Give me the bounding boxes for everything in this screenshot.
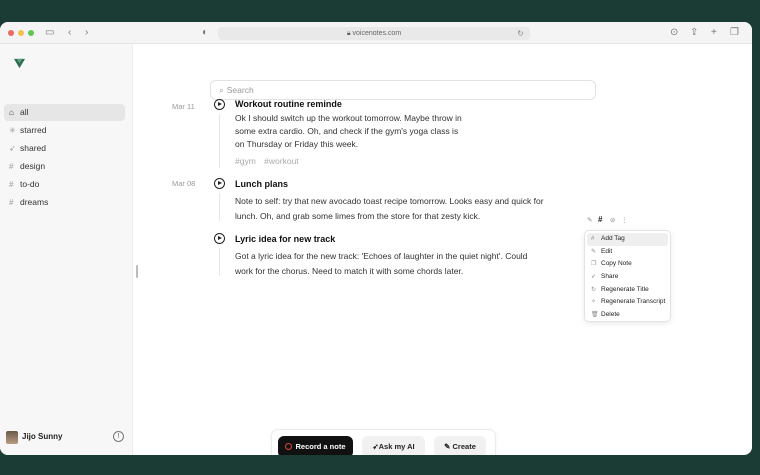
- note-divider: [219, 114, 220, 168]
- note-context-menu: # Add Tag ✎ Edit ❐ Copy Note ➶ Share ↻ Regene…: [584, 230, 671, 322]
- minimize-window-button[interactable]: [18, 30, 24, 36]
- play-icon[interactable]: [214, 99, 225, 110]
- hash-icon: #: [9, 198, 14, 207]
- share-icon[interactable]: ⇪: [690, 26, 698, 40]
- menu-item-share[interactable]: ➶ Share: [587, 271, 668, 284]
- voicenotes-logo-icon[interactable]: [14, 58, 25, 69]
- sidebar-toggle-icon[interactable]: ▭: [45, 26, 54, 40]
- note-title[interactable]: Lyric idea for new track: [235, 234, 335, 244]
- menu-item-add-tag[interactable]: # Add Tag: [587, 233, 668, 246]
- search-icon: ⌕: [219, 85, 224, 95]
- zoom-window-button[interactable]: [28, 30, 34, 36]
- note-divider: [219, 193, 220, 221]
- pencil-icon[interactable]: ✎: [587, 216, 592, 224]
- hash-icon: #: [9, 162, 14, 171]
- download-icon[interactable]: ⊙: [670, 26, 678, 40]
- back-icon[interactable]: ‹: [68, 26, 71, 40]
- url-text: voicenotes.com: [352, 30, 402, 37]
- edit-icon: ✎: [444, 442, 451, 451]
- sidebar-item-starred[interactable]: ✳ starred: [4, 122, 125, 139]
- address-bar[interactable]: 🔒︎ voicenotes.com ↻: [218, 27, 530, 40]
- play-icon[interactable]: [214, 233, 225, 244]
- create-button[interactable]: ✎ Create: [434, 436, 486, 455]
- copy-icon: ❐: [591, 261, 597, 268]
- menu-item-regenerate-transcript[interactable]: ✧ Regenerate Transcript: [587, 296, 668, 309]
- tag-gym[interactable]: #gym: [235, 156, 256, 166]
- new-tab-icon[interactable]: +: [711, 26, 717, 40]
- avatar[interactable]: [6, 431, 18, 444]
- menu-item-copy-note[interactable]: ❐ Copy Note: [587, 258, 668, 271]
- close-window-button[interactable]: [8, 30, 14, 36]
- refresh-icon: ↻: [591, 286, 597, 293]
- sidebar-resize-handle[interactable]: [136, 265, 138, 278]
- sidebar-item-all[interactable]: ⌂ all: [4, 104, 125, 121]
- home-icon: ⌂: [9, 108, 14, 117]
- sparkle-icon: ✧: [591, 299, 597, 306]
- sidebar-nav: ⌂ all ✳ starred ➶ shared # design # to-do # dr…: [4, 104, 125, 212]
- note-body[interactable]: Ok I should switch up the workout tomorr…: [235, 112, 462, 151]
- note-title[interactable]: Lunch plans: [235, 179, 288, 189]
- record-note-button[interactable]: Record a note: [278, 436, 353, 455]
- hash-icon: #: [9, 180, 14, 189]
- info-icon[interactable]: !: [113, 431, 124, 442]
- sidebar-item-shared[interactable]: ➶ shared: [4, 140, 125, 157]
- note-tags: #gym #workout: [235, 156, 305, 166]
- sidebar-item-to-do[interactable]: # to-do: [4, 176, 125, 193]
- tab-overview-icon[interactable]: ❐: [730, 26, 739, 40]
- note-date: Mar 08: [172, 179, 196, 188]
- lock-icon: 🔒︎: [346, 30, 351, 37]
- record-icon: [285, 443, 293, 450]
- hash-icon: #: [591, 236, 595, 242]
- user-profile[interactable]: Jijo Sunny !: [6, 431, 124, 445]
- hash-icon[interactable]: #: [598, 215, 602, 224]
- note-action-strip: ✎ # ⊘ ⋮: [584, 215, 628, 227]
- reload-icon[interactable]: ↻: [517, 27, 524, 40]
- forward-icon[interactable]: ›: [85, 26, 88, 40]
- ask-ai-button[interactable]: ➶Ask my AI: [362, 436, 425, 455]
- sidebar: ⌂ all ✳ starred ➶ shared # design # to-do # dr…: [0, 44, 133, 455]
- star-icon: ✳: [9, 126, 16, 135]
- note-date: Mar 11: [172, 102, 195, 111]
- menu-item-edit[interactable]: ✎ Edit: [587, 246, 668, 259]
- menu-item-delete[interactable]: 🗑︎ Delete: [587, 309, 668, 322]
- copy-icon[interactable]: ⊘: [610, 216, 615, 224]
- sidebar-item-dreams[interactable]: # dreams: [4, 194, 125, 211]
- privacy-shield-icon[interactable]: ◐: [202, 26, 208, 40]
- note-title[interactable]: Workout routine reminde: [235, 99, 342, 109]
- trash-icon: 🗑︎: [591, 312, 599, 319]
- note-body[interactable]: Got a lyric idea for the new track: 'Ech…: [235, 249, 527, 279]
- more-icon[interactable]: ⋮: [621, 216, 628, 224]
- note-divider: [219, 248, 220, 276]
- play-icon[interactable]: [214, 178, 225, 189]
- search-input[interactable]: ⌕ Search: [210, 80, 596, 100]
- user-name: Jijo Sunny: [22, 432, 63, 441]
- menu-item-regenerate-title[interactable]: ↻ Regenerate Title: [587, 284, 668, 297]
- note-body[interactable]: Note to self: try that new avocado toast…: [235, 194, 544, 224]
- sidebar-item-design[interactable]: # design: [4, 158, 125, 175]
- bottom-action-bar: Record a note ➶Ask my AI ✎ Create: [271, 429, 496, 455]
- pencil-icon: ✎: [591, 248, 597, 255]
- browser-window: ▭ ‹ › ◐ 🔒︎ voicenotes.com ↻ ⊙ ⇪ + ❐ ⌂ all…: [0, 22, 752, 455]
- send-icon: ➶: [9, 144, 16, 153]
- tag-workout[interactable]: #workout: [264, 156, 299, 166]
- browser-toolbar: ▭ ‹ › ◐ 🔒︎ voicenotes.com ↻ ⊙ ⇪ + ❐: [0, 22, 752, 44]
- send-icon: ➶: [591, 274, 597, 281]
